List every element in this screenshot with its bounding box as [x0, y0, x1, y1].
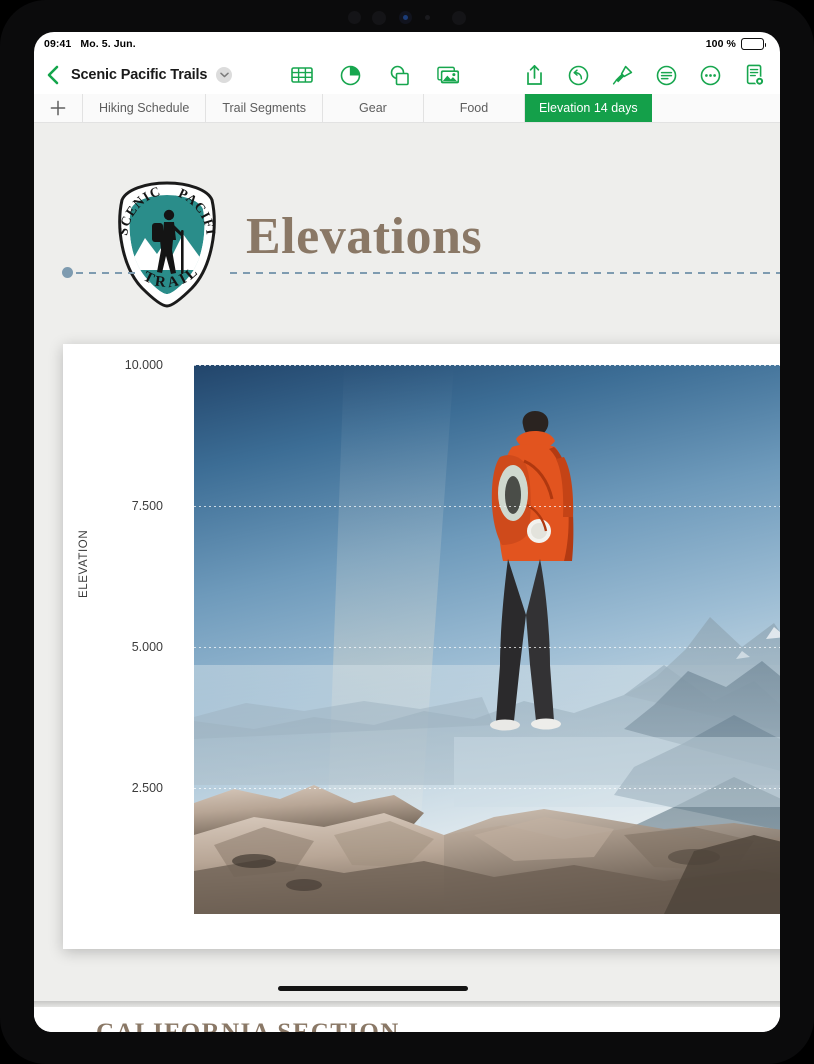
sheet-tab-trail-segments[interactable]: Trail Segments — [206, 94, 323, 122]
battery-percent-label: 100 % — [705, 38, 736, 50]
sheet-tab-food[interactable]: Food — [423, 94, 525, 122]
hiker-summit-photo-fill — [194, 365, 780, 914]
sheet-tab-hiking-schedule[interactable]: Hiking Schedule — [83, 94, 207, 122]
y-axis-title: ELEVATION — [78, 529, 90, 598]
more-options-icon[interactable] — [699, 64, 722, 87]
insert-media-icon[interactable] — [437, 64, 460, 87]
sensor-dot — [348, 11, 361, 24]
status-bar: 09:41 Mo. 5. Jun. 100 % — [34, 32, 780, 56]
toolbar-actions-group — [523, 64, 780, 87]
app-toolbar: Scenic Pacific Trails — [34, 56, 780, 94]
slide-sheet[interactable]: SCENIC PACIFIC TRAILS Elevations — [34, 123, 780, 1009]
sensor-dot — [425, 15, 430, 20]
ipad-device-frame: 09:41 Mo. 5. Jun. 100 % Scenic Pacific T… — [0, 0, 814, 1064]
status-time: 09:41 — [44, 38, 72, 50]
document-title[interactable]: Scenic Pacific Trails — [71, 67, 207, 83]
next-slide-title[interactable]: CALIFORNIA SECTION — [96, 1019, 400, 1032]
format-panel-icon[interactable] — [655, 64, 678, 87]
text-box-selection-handle[interactable] — [62, 267, 73, 278]
insert-shape-icon[interactable] — [388, 64, 411, 87]
chart-gridline — [194, 506, 780, 507]
y-axis-tick-label: 5.000 — [131, 640, 163, 654]
status-bar-left: 09:41 Mo. 5. Jun. — [44, 38, 136, 50]
tab-bar-filler — [651, 94, 780, 122]
chart-gridline — [194, 365, 780, 366]
y-axis-tick-label: 10.000 — [124, 358, 163, 372]
insert-table-icon[interactable] — [290, 64, 313, 87]
selection-dashed-line — [230, 271, 780, 274]
battery-full-icon — [741, 38, 767, 50]
document-options-icon[interactable] — [743, 64, 766, 87]
chart-gridline — [194, 788, 780, 789]
scenic-pacific-trails-badge-logo: SCENIC PACIFIC TRAILS — [101, 166, 227, 311]
sensor-dot — [372, 11, 386, 25]
insert-chart-icon[interactable] — [339, 64, 362, 87]
toolbar-left-group: Scenic Pacific Trails — [34, 64, 233, 86]
back-chevron-icon[interactable] — [41, 64, 63, 86]
home-indicator[interactable] — [278, 986, 468, 991]
sheet-tab-gear[interactable]: Gear — [322, 94, 424, 122]
format-brush-icon[interactable] — [611, 64, 634, 87]
sheet-tab-bar: Hiking Schedule Trail Segments Gear Food… — [34, 94, 780, 123]
y-axis-tick-label: 7.500 — [131, 499, 163, 513]
slide-title[interactable]: Elevations — [246, 207, 482, 266]
undo-icon[interactable] — [567, 64, 590, 87]
tablet-screen: 09:41 Mo. 5. Jun. 100 % Scenic Pacific T… — [34, 32, 780, 1032]
front-camera-icon — [399, 11, 412, 24]
toolbar-insert-group — [290, 64, 460, 87]
document-canvas[interactable]: SCENIC PACIFIC TRAILS Elevations — [34, 123, 780, 1032]
chart-plot-area[interactable] — [194, 365, 780, 914]
selection-dashed-line — [76, 271, 138, 274]
front-camera-sensor-array — [0, 0, 814, 32]
elevation-chart[interactable]: ELEVATION 10.000 7.500 5.000 2.500 — [63, 344, 780, 949]
chevron-down-icon[interactable] — [216, 67, 233, 83]
status-bar-right: 100 % — [705, 38, 767, 50]
sheet-tab-elevation-14-days[interactable]: Elevation 14 days — [524, 94, 652, 122]
share-icon[interactable] — [523, 64, 546, 87]
y-axis-tick-label: 2.500 — [131, 781, 163, 795]
plus-icon — [50, 100, 66, 116]
chart-gridline — [194, 647, 780, 648]
add-sheet-button[interactable] — [34, 94, 83, 122]
status-date: Mo. 5. Jun. — [80, 38, 136, 50]
sensor-dot — [452, 11, 466, 25]
